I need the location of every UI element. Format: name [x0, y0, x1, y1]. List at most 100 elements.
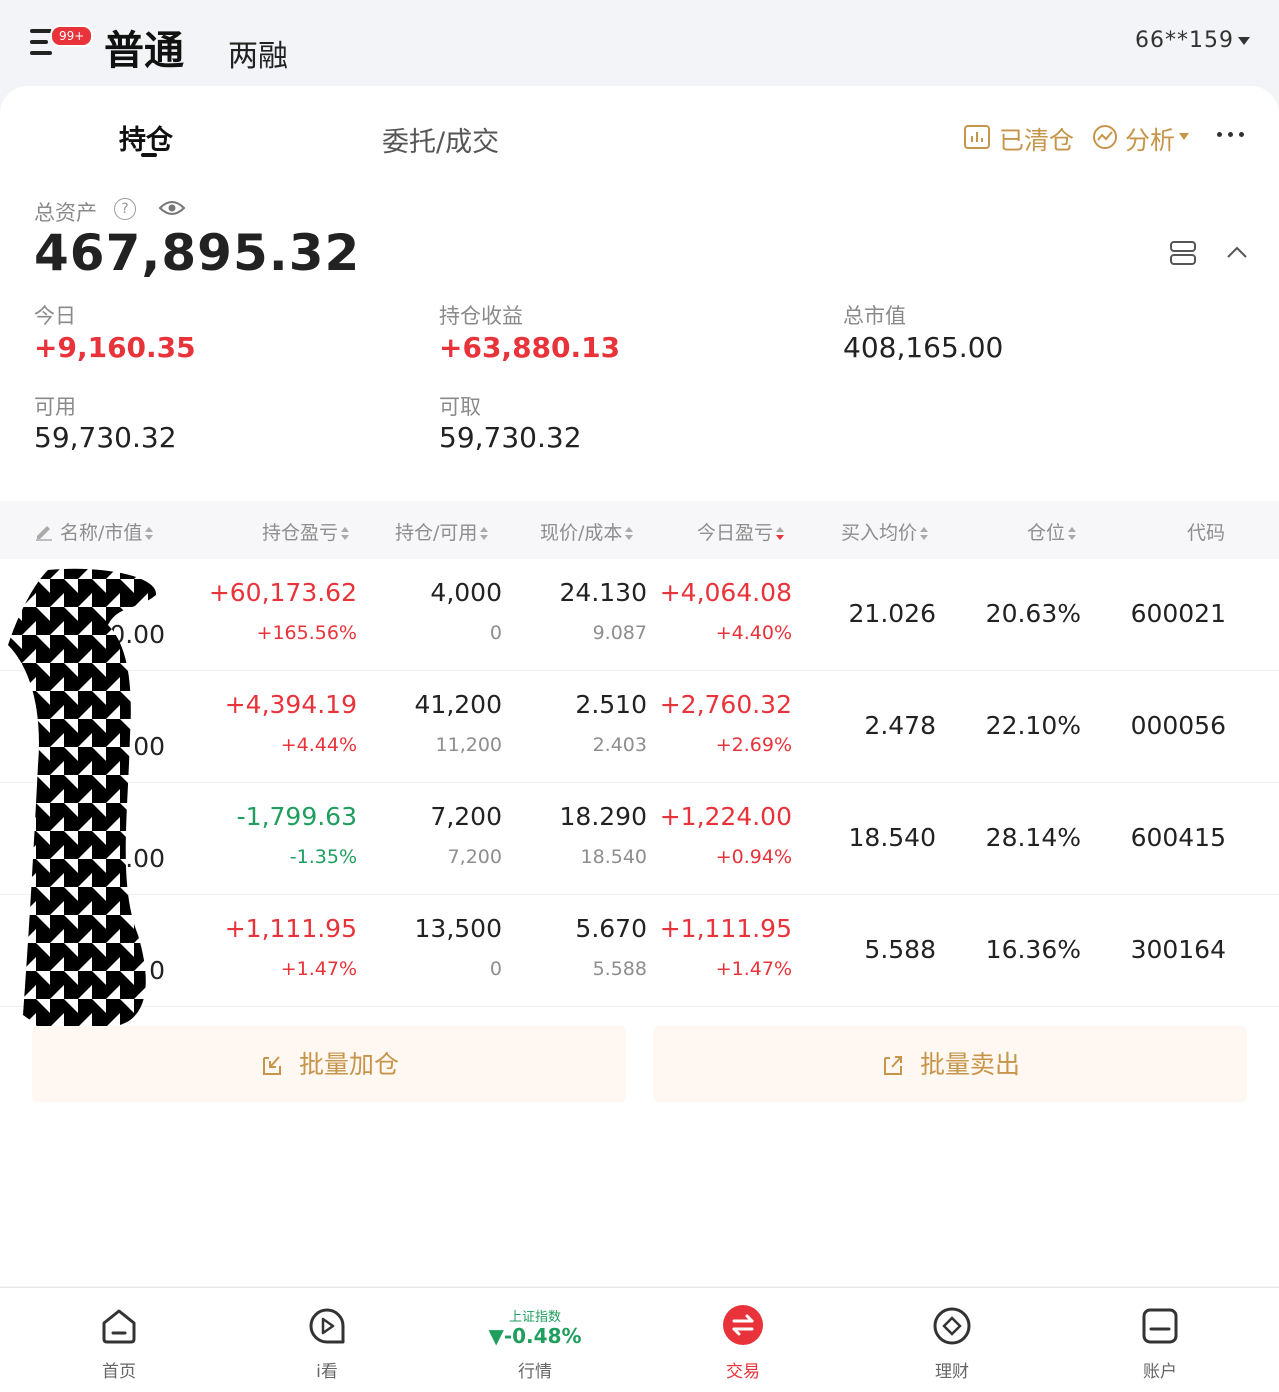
- stock-code: 000056: [1130, 711, 1226, 740]
- position-weight: 20.63%: [985, 599, 1081, 628]
- current-price: 24.130: [559, 578, 647, 607]
- avg-buy-price: 21.026: [848, 599, 936, 628]
- table-row[interactable]: 0 +1,111.95 +1.47% 13,500 0 5.670 5.588 +1,111.…: [0, 894, 1279, 1007]
- more-icon[interactable]: [1217, 132, 1249, 140]
- current-price: 2.510: [575, 690, 647, 719]
- notification-badge: 99+: [50, 25, 94, 47]
- caret-down-icon[interactable]: [1238, 37, 1250, 45]
- withdrawable-value: 59,730.32: [439, 421, 582, 454]
- available-qty: 0: [489, 622, 502, 644]
- stock-code: 600021: [1130, 599, 1226, 628]
- position-pnl: +1,111.95: [224, 914, 357, 943]
- account-icon: [1142, 1308, 1178, 1344]
- current-price: 5.670: [575, 914, 647, 943]
- batch-add-icon: [262, 1056, 281, 1075]
- tab-holdings[interactable]: 持仓: [119, 118, 173, 157]
- bar-chart-icon: [964, 125, 990, 149]
- available-qty: 7,200: [447, 846, 502, 868]
- avg-buy-price: 5.588: [864, 935, 936, 964]
- today-pnl: +1,111.95: [659, 914, 792, 943]
- top-header: 99+ 普通 两融 66**159: [0, 0, 1279, 90]
- col-avg-price[interactable]: 买入均价: [841, 518, 929, 545]
- position-pnl-pct: -1.35%: [289, 846, 357, 868]
- bottom-nav: 首页 i看 上证指数 ▼-0.48% 行情 交易 理财 账户: [0, 1287, 1279, 1392]
- index-name: 上证指数: [508, 1310, 561, 1325]
- col-weight[interactable]: 仓位: [1027, 518, 1077, 545]
- total-assets-value: 467,895.32: [34, 224, 361, 282]
- total-assets-label: 总资产: [34, 201, 97, 225]
- available-qty: 0: [489, 958, 502, 980]
- table-row[interactable]: 00 +4,394.19 +4.44% 41,200 11,200 2.510 2.403 +…: [0, 670, 1279, 783]
- col-price-cost[interactable]: 现价/成本: [540, 518, 634, 545]
- holding-qty: 7,200: [430, 802, 502, 831]
- nav-wealth[interactable]: 理财: [882, 1288, 1022, 1392]
- play-circle-icon: [309, 1308, 345, 1344]
- account-type-normal[interactable]: 普通: [104, 18, 184, 76]
- stock-code: 600415: [1130, 823, 1226, 852]
- today-pnl: +1,224.00: [659, 802, 792, 831]
- today-pnl-pct: +4.40%: [715, 622, 792, 644]
- table-row[interactable]: 520.00 +60,173.62 +165.56% 4,000 0 24.130 9.08…: [0, 558, 1279, 671]
- nav-ikan[interactable]: i看: [257, 1288, 397, 1392]
- account-type-margin[interactable]: 两融: [228, 31, 288, 75]
- chevron-up-icon[interactable]: [1226, 245, 1248, 259]
- eye-icon[interactable]: [158, 198, 186, 218]
- cost-price: 5.588: [592, 958, 647, 980]
- today-pnl-pct: +1.47%: [715, 958, 792, 980]
- position-weight: 28.14%: [985, 823, 1081, 852]
- col-today-pnl[interactable]: 今日盈亏: [697, 518, 785, 545]
- help-icon[interactable]: ?: [114, 198, 136, 220]
- today-pnl: +4,064.08: [659, 578, 792, 607]
- position-pnl-pct: +1.47%: [280, 958, 357, 980]
- nav-market[interactable]: 上证指数 ▼-0.48% 行情: [465, 1288, 605, 1392]
- tab-active-indicator: [141, 153, 157, 157]
- analysis-icon: [1093, 125, 1117, 149]
- cost-price: 9.087: [592, 622, 647, 644]
- table-row[interactable]: 8.00 -1,799.63 -1.35% 7,200 7,200 18.290 18.54…: [0, 782, 1279, 895]
- today-pnl: +2,760.32: [659, 690, 792, 719]
- stock-code: 300164: [1130, 935, 1226, 964]
- privacy-mask: [8, 568, 157, 1057]
- wealth-icon: [933, 1307, 971, 1345]
- batch-sell-icon: [883, 1056, 902, 1075]
- position-pnl: -1,799.63: [236, 802, 357, 831]
- edit-icon[interactable]: [34, 521, 54, 541]
- market-value-label: 总市值: [843, 304, 906, 328]
- available-label: 可用: [34, 395, 76, 419]
- position-weight: 16.36%: [985, 935, 1081, 964]
- col-position-pnl[interactable]: 持仓盈亏: [262, 518, 350, 545]
- current-price: 18.290: [559, 802, 647, 831]
- nav-trade[interactable]: 交易: [673, 1288, 813, 1392]
- home-icon: [102, 1309, 136, 1344]
- cost-price: 18.540: [580, 846, 647, 868]
- position-pnl-pct: +165.56%: [256, 622, 357, 644]
- avg-buy-price: 2.478: [864, 711, 936, 740]
- position-income-value: +63,880.13: [439, 331, 621, 364]
- col-hold-avail[interactable]: 持仓/可用: [395, 518, 489, 545]
- batch-add-button[interactable]: 批量加仓: [32, 1026, 626, 1102]
- nav-home[interactable]: 首页: [49, 1288, 189, 1392]
- position-weight: 22.10%: [985, 711, 1081, 740]
- available-qty: 11,200: [435, 734, 502, 756]
- avg-buy-price: 18.540: [848, 823, 936, 852]
- nav-account[interactable]: 账户: [1090, 1288, 1230, 1392]
- position-pnl: +60,173.62: [208, 578, 357, 607]
- table-header: 名称/市值 持仓盈亏 持仓/可用 现价/成本 今日盈亏 买入均价 仓位 代码: [0, 501, 1279, 559]
- layout-toggle-icon[interactable]: [1169, 240, 1197, 266]
- position-pnl-pct: +4.44%: [280, 734, 357, 756]
- cost-price: 2.403: [592, 734, 647, 756]
- index-change: ▼-0.48%: [488, 1324, 582, 1348]
- analysis-label: 分析: [1125, 126, 1176, 155]
- holding-qty: 41,200: [414, 690, 502, 719]
- position-pnl: +4,394.19: [224, 690, 357, 719]
- today-label: 今日: [34, 304, 76, 328]
- tab-orders-trades[interactable]: 委托/成交: [382, 120, 499, 159]
- account-id[interactable]: 66**159: [1135, 28, 1234, 53]
- cleared-label: 已清仓: [999, 126, 1075, 155]
- col-name[interactable]: 名称/市值: [60, 518, 154, 545]
- batch-sell-button[interactable]: 批量卖出: [653, 1026, 1247, 1102]
- market-value: 408,165.00: [843, 331, 1004, 364]
- holding-qty: 13,500: [414, 914, 502, 943]
- trade-icon: [723, 1305, 763, 1345]
- analysis-caret-icon: [1179, 133, 1189, 140]
